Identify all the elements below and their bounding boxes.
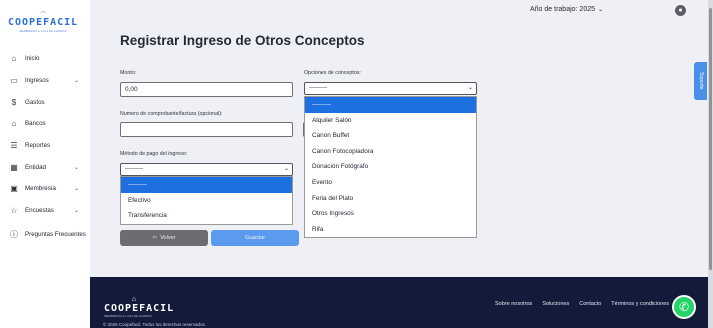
- monto-input[interactable]: 0,00: [120, 82, 293, 97]
- sidebar-item-label: Preguntas Frecuentes: [25, 231, 86, 238]
- metodo-option[interactable]: Transferencia: [121, 208, 292, 224]
- concepto-option[interactable]: Canon Buffet: [305, 128, 476, 144]
- brand-logo[interactable]: ◠ COOPEFACIL MEMBRESÍA & CAJA DE AHORRO: [8, 11, 79, 33]
- chevron-down-icon: ⌄: [74, 186, 80, 193]
- footer-brand-name: COOPEFACIL: [104, 303, 175, 314]
- bank-icon: ⌂: [11, 119, 17, 129]
- conceptos-dropdown: --------- Alquiler Salón Canon Buffet Ca…: [304, 96, 477, 239]
- chevron-down-icon: ⌄: [74, 164, 80, 171]
- metodo-option[interactable]: ---------: [121, 177, 292, 193]
- sidebar-item-inicio[interactable]: ⌂ Inicio: [0, 48, 90, 70]
- sidebar-item-reportes[interactable]: ☰ Reportes: [0, 135, 90, 157]
- monto-label: Monto:: [120, 70, 137, 76]
- money-icon: ▭: [10, 76, 18, 86]
- page-title: Registrar Ingreso de Otros Conceptos: [120, 33, 365, 48]
- sidebar-item-label: Reportes: [25, 142, 51, 150]
- sidebar-item-bancos[interactable]: ⌂ Bancos: [0, 113, 90, 135]
- sidebar-item-label: Encuestas: [25, 207, 54, 215]
- brand-tagline: MEMBRESÍA & CAJA DE AHORRO: [19, 29, 67, 33]
- footer-brand-tagline: MEMBRESÍA & CAJA DE AHORRO: [104, 314, 152, 318]
- concepto-option[interactable]: Rifa: [305, 222, 476, 238]
- page-scrollbar[interactable]: [708, 0, 713, 328]
- concepto-option[interactable]: Alquiler Salón: [305, 113, 476, 129]
- conceptos-label: Opciones de conceptos:: [304, 70, 361, 76]
- volver-button[interactable]: ⇦ Volver: [120, 230, 208, 246]
- footer-copyright: © 2025 Coopefacil. Todos los derechos re…: [103, 322, 207, 327]
- footer-links: Sobre nosotros Soluciones Contacto Términos…: [495, 301, 679, 307]
- metodo-label: Método de pago del ingreso:: [120, 151, 188, 157]
- conceptos-select-value: ---------: [309, 85, 327, 91]
- sidebar-item-encuestas[interactable]: ☆ Encuestas ⌄: [0, 200, 90, 222]
- sidebar: ◠ COOPEFACIL MEMBRESÍA & CAJA DE AHORRO …: [0, 0, 90, 328]
- footer-link-contacto[interactable]: Contacto: [579, 301, 601, 307]
- chevron-down-icon: ⌄: [74, 78, 80, 85]
- sidebar-nav: ⌂ Inicio ▭ Ingresos ⌄ $ Gastos ⌂ Bancos …: [0, 48, 90, 248]
- info-icon: ⓘ: [10, 230, 18, 239]
- concepto-option[interactable]: Donación Fotógrafo: [305, 159, 476, 175]
- support-tab[interactable]: Soporte: [694, 62, 707, 100]
- metodo-dropdown: --------- Efectivo Transferencia: [120, 176, 293, 225]
- scrollbar-thumb[interactable]: [709, 8, 712, 270]
- year-selector[interactable]: Año de trabajo: 2025 ⌄: [530, 6, 603, 13]
- sidebar-item-label: Bancos: [25, 120, 46, 128]
- sidebar-item-entidad[interactable]: ▦ Entidad ⌄: [0, 156, 90, 178]
- sidebar-item-label: Membresía: [25, 185, 56, 193]
- sidebar-item-label: Ingresos: [25, 77, 49, 85]
- concepto-option[interactable]: Evento: [305, 175, 476, 191]
- entity-icon: ▦: [10, 162, 18, 172]
- chevron-down-icon: ⌄: [598, 7, 604, 13]
- metodo-select[interactable]: --------- ⌄: [120, 163, 293, 176]
- footer-link-terminos[interactable]: Términos y condiciones: [611, 301, 669, 307]
- report-icon: ☰: [10, 141, 18, 151]
- star-icon: ☆: [10, 206, 18, 216]
- footer-logo[interactable]: ⌂ COOPEFACIL MEMBRESÍA & CAJA DE AHORRO: [104, 296, 175, 318]
- comprobante-input[interactable]: [120, 122, 293, 137]
- conceptos-select[interactable]: --------- ⌄: [304, 82, 477, 95]
- user-account-icon[interactable]: ●: [675, 5, 686, 16]
- metodo-select-value: ---------: [125, 166, 143, 172]
- footer-link-soluciones[interactable]: Soluciones: [542, 301, 569, 307]
- sidebar-item-preguntas-frecuentes[interactable]: ⓘ Preguntas Frecuentes: [0, 222, 90, 248]
- chevron-down-icon: ⌄: [74, 208, 80, 215]
- guardar-button[interactable]: Guardar: [211, 230, 299, 246]
- chevron-down-icon: ⌄: [467, 85, 473, 91]
- footer: ⌂ COOPEFACIL MEMBRESÍA & CAJA DE AHORRO …: [90, 277, 708, 328]
- brand-name: COOPEFACIL: [8, 17, 79, 28]
- footer-link-sobre-nosotros[interactable]: Sobre nosotros: [495, 301, 532, 307]
- volver-label: Volver: [160, 235, 176, 241]
- metodo-option[interactable]: Efectivo: [121, 193, 292, 209]
- sidebar-item-gastos[interactable]: $ Gastos: [0, 91, 90, 113]
- sidebar-item-membresia[interactable]: ▣ Membresía ⌄: [0, 178, 90, 200]
- concepto-option[interactable]: Canon Fotocopiadora: [305, 144, 476, 160]
- sidebar-item-label: Inicio: [25, 55, 40, 63]
- home-icon: ⌂: [11, 54, 17, 64]
- sidebar-item-ingresos[interactable]: ▭ Ingresos ⌄: [0, 70, 90, 92]
- concepto-option[interactable]: ---------: [305, 97, 476, 113]
- sidebar-item-label: Entidad: [25, 163, 46, 171]
- coin-icon: $: [11, 97, 17, 107]
- sidebar-item-label: Gastos: [25, 98, 45, 106]
- concepto-option[interactable]: Otros Ingresos: [305, 206, 476, 222]
- whatsapp-icon[interactable]: ✆: [672, 295, 696, 319]
- year-label: Año de trabajo: 2025: [530, 6, 595, 13]
- chevron-down-icon: ⌄: [283, 166, 289, 172]
- back-icon: ⇦: [152, 235, 158, 241]
- comprobante-label: Numero de comprobante/factura (opcional)…: [120, 111, 223, 117]
- concepto-option[interactable]: Feria del Plato: [305, 191, 476, 207]
- id-card-icon: ▣: [10, 184, 18, 194]
